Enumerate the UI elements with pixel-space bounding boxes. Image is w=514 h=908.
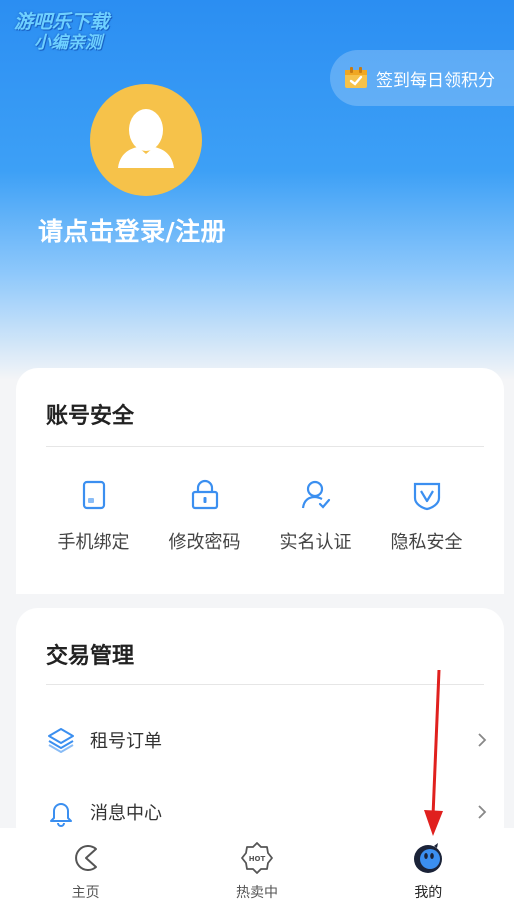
watermark-logo: 游吧乐下载 小编亲测 [14,11,110,53]
phone-icon [82,480,105,510]
tab-profile[interactable]: 我的 [343,828,514,908]
security-item-label: 实名认证 [279,532,352,553]
divider [46,684,484,685]
bottom-tab-bar: 主页 HOT 热卖中 我的 [0,828,514,908]
layers-icon [48,728,74,753]
security-item-password[interactable]: 修改密码 [149,478,260,554]
chevron-right-icon [478,733,487,747]
security-item-privacy[interactable]: 隐私安全 [371,478,482,554]
section-title-trade: 交易管理 [46,644,135,669]
security-item-realname[interactable]: 实名认证 [260,478,371,554]
chevron-right-icon [478,805,487,819]
signin-label: 签到每日领积分 [376,70,495,91]
annotation-arrow-icon [424,669,443,836]
security-item-label: 修改密码 [168,532,241,553]
security-item-phone[interactable]: 手机绑定 [38,478,149,554]
calendar-icon [344,67,368,89]
tab-label: 热卖中 [235,885,278,901]
login-register-link[interactable]: 请点击登录/注册 [38,212,226,248]
bell-icon [50,803,72,827]
user-avatar-icon[interactable] [90,84,202,196]
hot-icon: HOT [241,842,273,874]
tab-hot[interactable]: HOT 热卖中 [171,828,342,908]
shield-icon [413,482,440,511]
lock-icon [191,479,218,510]
account-security-card: 账号安全 手机绑定 修改密码 实名认证 隐私安全 [16,368,504,594]
watermark-line-2: 小编亲测 [34,32,102,53]
home-icon [74,845,97,871]
security-item-label: 隐私安全 [390,532,463,553]
daily-signin-button[interactable]: 签到每日领积分 [330,50,514,106]
tab-label: 我的 [414,885,443,901]
security-item-label: 手机绑定 [57,532,130,553]
list-item-label: 租号订单 [90,731,162,752]
divider [46,446,484,447]
profile-icon [414,843,443,873]
tab-label: 主页 [71,885,100,901]
user-verify-icon [301,480,330,509]
section-title-security: 账号安全 [46,404,135,429]
svg-text:HOT: HOT [249,855,266,863]
watermark-line-1: 游吧乐下载 [14,11,110,33]
list-item-label: 消息中心 [90,803,162,824]
tab-home[interactable]: 主页 [0,828,171,908]
